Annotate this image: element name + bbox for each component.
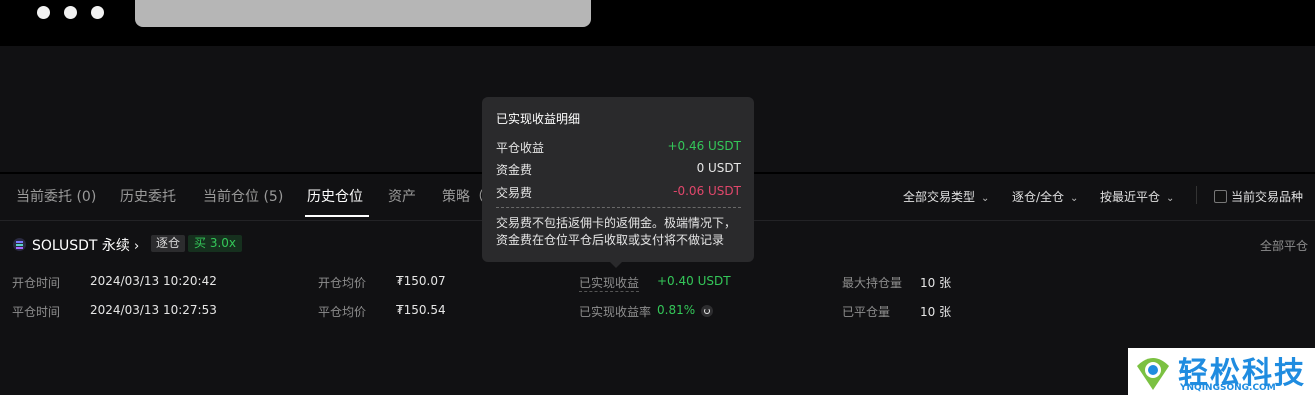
sort-filter[interactable]: 按最近平仓 ⌄ <box>1100 188 1174 205</box>
open-avg-label: 开仓均价 <box>318 276 367 290</box>
refresh-icon[interactable] <box>701 304 714 317</box>
symbol-name: SOLUSDT 永续 <box>32 238 130 254</box>
realized-pnl-value: +0.40 USDT <box>657 274 731 288</box>
current-symbol-checkbox[interactable] <box>1214 190 1227 203</box>
realized-pnl-tooltip: 已实现收益明细 平仓收益 +0.46 USDT 资金费 0 USDT 交易费 -… <box>482 97 754 268</box>
watermark: 轻松科技 YNQINGSONG.COM <box>1128 348 1315 395</box>
close-pnl-label: 平仓收益 <box>496 141 545 155</box>
active-tab-indicator <box>305 215 369 217</box>
open-time-label: 开仓时间 <box>12 276 61 290</box>
current-symbol-label[interactable]: 当前交易品种 <box>1231 188 1303 205</box>
tab-open-positions[interactable]: 当前仓位 (5) <box>203 186 283 206</box>
funding-fee-label: 资金费 <box>496 163 533 177</box>
close-all-button[interactable]: 全部平仓 <box>1260 237 1308 254</box>
solana-icon <box>13 238 26 251</box>
window-titlebar <box>0 0 1315 46</box>
tooltip-title: 已实现收益明细 <box>496 112 581 126</box>
filter-divider <box>1196 186 1197 204</box>
trade-type-filter[interactable]: 全部交易类型 ⌄ <box>903 188 989 205</box>
window-maximize-dot[interactable] <box>91 6 104 19</box>
tooltip-pointer <box>609 261 623 268</box>
trading-fee-label: 交易费 <box>496 186 533 200</box>
trade-type-label: 全部交易类型 <box>903 190 976 204</box>
window-minimize-dot[interactable] <box>64 6 77 19</box>
tab-assets[interactable]: 资产 <box>388 186 416 206</box>
close-avg-label: 平仓均价 <box>318 305 367 319</box>
close-time-label: 平仓时间 <box>12 305 61 319</box>
closed-qty-label: 已平仓量 <box>842 305 891 319</box>
realized-rate-value: 0.81% <box>657 303 696 317</box>
funding-fee-value: 0 USDT <box>696 161 741 175</box>
close-time-value: 2024/03/13 10:27:53 <box>90 303 217 317</box>
margin-mode-filter[interactable]: 逐仓/全仓 ⌄ <box>1012 188 1078 205</box>
trading-fee-value: -0.06 USDT <box>673 184 741 198</box>
tooltip-row-close-pnl: 平仓收益 +0.46 USDT <box>496 139 741 155</box>
max-hold-label: 最大持仓量 <box>842 276 903 290</box>
closed-qty-value: 10 张 <box>920 305 952 319</box>
tooltip-row-funding: 资金费 0 USDT <box>496 161 741 177</box>
tooltip-row-trading-fee: 交易费 -0.06 USDT <box>496 184 741 200</box>
tooltip-divider <box>496 207 741 208</box>
open-avg-value: ₮150.07 <box>396 274 446 288</box>
margin-mode-label: 逐仓/全仓 <box>1012 190 1065 204</box>
realized-pnl-label[interactable]: 已实现收益 <box>579 274 640 292</box>
realized-rate-label: 已实现收益率 <box>579 305 652 319</box>
sort-label: 按最近平仓 <box>1100 190 1161 204</box>
chevron-right-icon: › <box>133 239 140 254</box>
tab-order-history[interactable]: 历史委托 <box>120 186 176 206</box>
symbol-link[interactable]: SOLUSDT 永续 › <box>32 235 139 255</box>
tab-open-orders[interactable]: 当前委托 (0) <box>16 186 96 206</box>
chevron-down-icon: ⌄ <box>1166 193 1175 204</box>
app-root: 当前委托 (0) 历史委托 当前仓位 (5) 历史仓位 资产 策略（ 全部交易类… <box>0 0 1315 395</box>
side-leverage-badge: 买 3.0x <box>188 235 243 252</box>
max-hold-value: 10 张 <box>920 276 952 290</box>
window-close-dot[interactable] <box>37 6 50 19</box>
close-pnl-value: +0.46 USDT <box>667 139 741 153</box>
tooltip-note: 交易费不包括返佣卡的返佣金。极端情况下，资金费在仓位平仓后收取或支付将不做记录 <box>496 216 737 247</box>
tab-strategies[interactable]: 策略（ <box>442 186 484 206</box>
address-bar[interactable] <box>135 0 591 27</box>
tab-position-history[interactable]: 历史仓位 <box>307 186 363 206</box>
open-time-value: 2024/03/13 10:20:42 <box>90 274 217 288</box>
watermark-logo-icon <box>1137 358 1169 390</box>
margin-mode-badge: 逐仓 <box>151 235 186 252</box>
chevron-down-icon: ⌄ <box>981 193 990 204</box>
chevron-down-icon: ⌄ <box>1070 193 1079 204</box>
realized-rate-wrap: 0.81% <box>657 303 714 317</box>
watermark-url: YNQINGSONG.COM <box>1180 383 1276 393</box>
close-avg-value: ₮150.54 <box>396 303 446 317</box>
